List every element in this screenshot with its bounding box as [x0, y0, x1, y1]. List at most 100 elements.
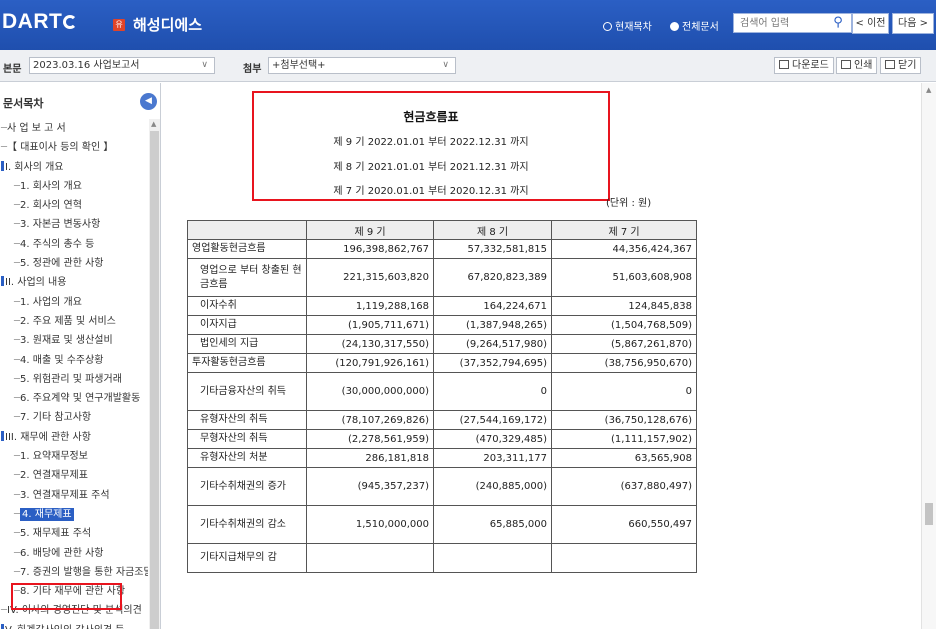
- toc-item[interactable]: ─3. 원재료 및 생산설비: [0, 331, 148, 350]
- toc-item[interactable]: ─5. 재무제표 주석: [0, 524, 148, 543]
- toc-item[interactable]: ─1. 요약재무정보: [0, 447, 148, 466]
- dart-logo[interactable]: DART: [2, 10, 78, 34]
- close-button[interactable]: 닫기: [880, 57, 922, 74]
- scope-all-radio[interactable]: 전체문서: [670, 18, 719, 33]
- toc-item[interactable]: ─사 업 보 고 서: [0, 119, 148, 138]
- period-line: 제 7 기 2020.01.01 부터 2020.12.31 까지: [333, 186, 529, 197]
- scroll-up-icon[interactable]: ▲: [926, 86, 931, 94]
- next-label: 다음: [898, 18, 917, 29]
- row-label: 무형자산의 취득: [187, 429, 307, 449]
- scope-all-label: 전체문서: [682, 22, 719, 33]
- statement-header-highlight: 현금흐름표 제 9 기 2022.01.01 부터 2022.12.31 까지 …: [252, 91, 610, 201]
- amount-cell: (9,264,517,980): [433, 334, 552, 354]
- column-header: 제 9 기: [306, 220, 434, 240]
- download-button[interactable]: 다운로드: [774, 57, 834, 74]
- table-header-row: 제 9 기 제 8 기 제 7 기: [187, 220, 697, 240]
- sidebar-scrollbar[interactable]: ▲: [149, 119, 160, 629]
- close-label: 닫기: [898, 60, 917, 71]
- search-icon[interactable]: ⚲: [828, 14, 848, 32]
- toc-item-label: 5. 재무제표 주석: [20, 528, 92, 540]
- document-toolbar: 본문 2023.03.16 사업보고서 ∨ 첨부 +첨부선택+ ∨ 다운로드 인쇄 …: [0, 50, 936, 82]
- scope-current-radio[interactable]: 현재목차: [603, 18, 652, 33]
- toc-item-label: I. 회사의 개요: [5, 161, 64, 173]
- table-row: 영업활동현금흐름 196,398,862,767 57,332,581,815 44,…: [187, 239, 697, 259]
- toc-item[interactable]: I. 회사의 개요: [0, 158, 148, 177]
- toc-item[interactable]: ─ 4. 재무제표: [0, 505, 148, 524]
- collapse-sidebar-icon[interactable]: ◀: [140, 93, 157, 110]
- toc-item[interactable]: ─3. 연결재무제표 주석: [0, 486, 148, 505]
- amount-cell: (1,905,711,671): [306, 315, 434, 335]
- chevron-down-icon: ∨: [201, 60, 208, 70]
- amount-cell: [306, 543, 434, 573]
- table-row: 무형자산의 취득 (2,278,561,959) (470,329,485) (1,1…: [187, 429, 697, 449]
- amount-cell: 124,845,838: [551, 296, 697, 316]
- amount-cell: 67,820,823,389: [433, 258, 552, 297]
- row-label: 영업으로 부터 창출된 현금흐름: [187, 258, 307, 297]
- toc-item[interactable]: V. 회계감사인의 감사의견 등: [0, 621, 148, 629]
- toc-item[interactable]: ─2. 연결재무제표: [0, 466, 148, 485]
- prev-button[interactable]: < 이전: [852, 13, 889, 34]
- download-icon: [779, 60, 789, 69]
- toc-item[interactable]: ─4. 주식의 총수 등: [0, 235, 148, 254]
- toc-item[interactable]: ─5. 위험관리 및 파생거래: [0, 370, 148, 389]
- toc-item[interactable]: ─2. 회사의 연혁: [0, 196, 148, 215]
- amount-cell: (240,885,000): [433, 467, 552, 506]
- main-doc-label: 본문: [3, 64, 22, 75]
- amount-cell: 63,565,908: [551, 448, 697, 468]
- toc-item[interactable]: ─7. 기타 참고사항: [0, 408, 148, 427]
- attach-select[interactable]: +첨부선택+ ∨: [268, 57, 456, 74]
- toc-item[interactable]: ─6. 배당에 관한 사항: [0, 544, 148, 563]
- expand-marker-icon: [1, 430, 4, 441]
- toc-item[interactable]: ─4. 매출 및 수주상황: [0, 351, 148, 370]
- table-row: 유형자산의 처분 286,181,818 203,311,177 63,565,908: [187, 448, 697, 468]
- row-label: 기타수취채권의 감소: [187, 505, 307, 544]
- main-doc-select[interactable]: 2023.03.16 사업보고서 ∨: [29, 57, 215, 74]
- amount-cell: (2,278,561,959): [306, 429, 434, 449]
- toc-item[interactable]: ─1. 사업의 개요: [0, 293, 148, 312]
- table-row: 기타지급채무의 감: [187, 543, 697, 573]
- toc-item-label: 1. 요약재무정보: [20, 451, 88, 463]
- toc-item[interactable]: ─6. 주요계약 및 연구개발활동: [0, 389, 148, 408]
- toc-item[interactable]: ─1. 회사의 개요: [0, 177, 148, 196]
- amount-cell: (120,791,926,161): [306, 353, 434, 373]
- company-name: 해성디에스: [133, 16, 203, 34]
- amount-cell: (945,357,237): [306, 467, 434, 506]
- period-line: 제 9 기 2022.01.01 부터 2022.12.31 까지: [333, 137, 529, 148]
- toc-item[interactable]: ─【 대표이사 등의 확인 】: [0, 138, 148, 157]
- content-scroll-thumb[interactable]: [925, 503, 933, 525]
- row-label: 기타지급채무의 감: [187, 543, 307, 573]
- prev-label: 이전: [867, 18, 886, 29]
- toc-item[interactable]: ─2. 주요 제품 및 서비스: [0, 312, 148, 331]
- next-button[interactable]: 다음 >: [892, 13, 934, 34]
- row-label: 이자지급: [187, 315, 307, 335]
- amount-cell: (5,867,261,870): [551, 334, 697, 354]
- toc-item[interactable]: II. 사업의 내용: [0, 273, 148, 292]
- row-label: 유형자산의 처분: [187, 448, 307, 468]
- toc-item-label: II. 사업의 내용: [5, 277, 67, 289]
- sidebar-scroll-thumb[interactable]: [150, 131, 159, 629]
- row-label: 기타금융자산의 취득: [187, 372, 307, 411]
- logo-text: DART: [2, 10, 63, 33]
- amount-cell: 203,311,177: [433, 448, 552, 468]
- toc-title: 문서목차: [3, 97, 44, 110]
- content-scrollbar[interactable]: ▲: [921, 83, 936, 629]
- table-row: 법인세의 지급 (24,130,317,550) (9,264,517,980) (5…: [187, 334, 697, 354]
- highlight-box-selected-item: [11, 583, 122, 610]
- expand-marker-icon: [1, 160, 4, 171]
- toc-header: 문서목차 ◀: [0, 91, 160, 113]
- amount-cell: (27,544,169,172): [433, 410, 552, 430]
- print-button[interactable]: 인쇄: [836, 57, 878, 74]
- print-icon: [841, 60, 851, 69]
- period-line: 제 8 기 2021.01.01 부터 2021.12.31 까지: [333, 162, 529, 173]
- amount-cell: 1,510,000,000: [306, 505, 434, 544]
- amount-cell: 65,885,000: [433, 505, 552, 544]
- amount-cell: 0: [433, 372, 552, 411]
- toc-item[interactable]: ─7. 증권의 발행을 통한 자금조달: [0, 563, 148, 582]
- toc-item[interactable]: ─3. 자본금 변동사항: [0, 215, 148, 234]
- column-header: [187, 220, 307, 240]
- table-row: 이자수취 1,119,288,168 164,224,671 124,845,838: [187, 296, 697, 316]
- toc-item[interactable]: III. 재무에 관한 사항: [0, 428, 148, 447]
- scroll-up-icon[interactable]: ▲: [151, 120, 156, 128]
- toc-item[interactable]: ─5. 정관에 관한 사항: [0, 254, 148, 273]
- toc-item-label: 3. 원재료 및 생산설비: [20, 335, 113, 347]
